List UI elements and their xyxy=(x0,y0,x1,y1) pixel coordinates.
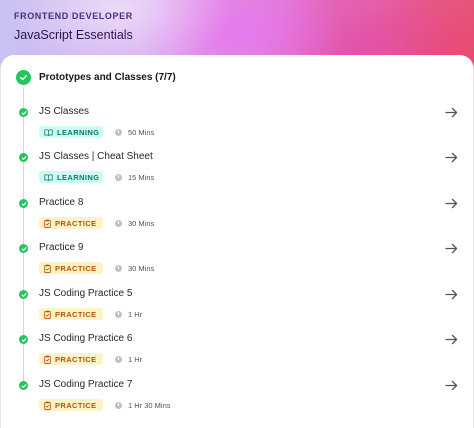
clock-icon xyxy=(115,355,122,363)
type-badge: LEARNING xyxy=(39,126,103,138)
list-item[interactable]: Practice 9 PRACTICE 30 Mins xyxy=(0,242,474,282)
item-title[interactable]: JS Coding Practice 6 xyxy=(39,333,132,344)
type-badge: PRACTICE xyxy=(39,262,103,274)
check-circle-icon xyxy=(19,244,28,253)
clipboard-icon xyxy=(44,355,51,364)
duration-label: 30 Mins xyxy=(128,263,155,273)
type-badge: PRACTICE xyxy=(39,308,103,320)
duration: 30 Mins xyxy=(115,217,154,229)
type-badge: PRACTICE xyxy=(39,399,103,411)
clipboard-icon xyxy=(44,310,51,319)
track-label: FRONTEND DEVELOPER xyxy=(14,11,133,21)
type-badge: PRACTICE xyxy=(39,353,103,365)
clock-icon xyxy=(115,128,122,136)
item-title[interactable]: Practice 8 xyxy=(39,197,83,208)
clipboard-icon xyxy=(44,219,51,228)
item-title[interactable]: JS Coding Practice 5 xyxy=(39,288,132,299)
item-title[interactable]: JS Coding Practice 7 xyxy=(39,379,132,390)
arrow-right-icon[interactable] xyxy=(445,332,459,345)
type-badge: LEARNING xyxy=(39,171,103,183)
check-circle-icon xyxy=(19,335,28,344)
course-title: JavaScript Essentials xyxy=(14,28,133,42)
list-item[interactable]: JS Coding Practice 5 PRACTICE 1 Hr xyxy=(0,288,474,328)
duration: 50 Mins xyxy=(115,126,154,138)
list-item[interactable]: JS Coding Practice 6 PRACTICE 1 Hr xyxy=(0,333,474,373)
arrow-right-icon[interactable] xyxy=(445,150,459,163)
duration-label: 1 Hr xyxy=(128,309,143,319)
item-title[interactable]: Practice 9 xyxy=(39,242,83,253)
type-badge: PRACTICE xyxy=(39,217,103,229)
check-circle-icon xyxy=(19,153,28,162)
list-item[interactable]: Practice 8 PRACTICE 30 Mins xyxy=(0,197,474,237)
check-circle-icon xyxy=(16,70,31,85)
duration: 1 Hr 30 Mins xyxy=(115,399,171,411)
duration-label: 1 Hr 30 Mins xyxy=(128,400,171,410)
section-title[interactable]: Prototypes and Classes (7/7) xyxy=(39,72,176,83)
check-circle-icon xyxy=(19,290,28,299)
clock-icon xyxy=(115,310,122,318)
duration-label: 30 Mins xyxy=(128,218,155,228)
type-label: PRACTICE xyxy=(55,218,97,228)
list-item[interactable]: JS Classes LEARNING 50 Mins xyxy=(0,106,474,146)
book-icon xyxy=(44,173,53,181)
duration-label: 50 Mins xyxy=(128,127,155,137)
duration: 30 Mins xyxy=(115,262,154,274)
clipboard-icon xyxy=(44,401,51,410)
arrow-right-icon[interactable] xyxy=(445,196,459,209)
arrow-right-icon[interactable] xyxy=(445,378,459,391)
check-circle-icon xyxy=(19,199,28,208)
duration-label: 15 Mins xyxy=(128,172,155,182)
type-label: PRACTICE xyxy=(55,309,97,319)
duration: 1 Hr xyxy=(115,308,142,320)
type-label: PRACTICE xyxy=(55,400,97,410)
list-item[interactable]: JS Classes | Cheat Sheet LEARNING 15 Mins xyxy=(0,151,474,191)
item-title[interactable]: JS Classes | Cheat Sheet xyxy=(39,151,153,162)
arrow-right-icon[interactable] xyxy=(445,105,459,118)
check-circle-icon xyxy=(19,381,28,390)
duration: 15 Mins xyxy=(115,171,154,183)
clock-icon xyxy=(115,264,122,272)
type-label: LEARNING xyxy=(57,172,100,182)
list-item[interactable]: JS Coding Practice 7 PRACTICE 1 Hr 30 Mins xyxy=(0,379,474,419)
check-circle-icon xyxy=(19,108,28,117)
clock-icon xyxy=(115,219,122,227)
item-title[interactable]: JS Classes xyxy=(39,106,89,117)
book-icon xyxy=(44,128,53,136)
type-label: PRACTICE xyxy=(55,263,97,273)
clock-icon xyxy=(115,173,122,181)
arrow-right-icon[interactable] xyxy=(445,241,459,254)
duration: 1 Hr xyxy=(115,353,142,365)
clipboard-icon xyxy=(44,264,51,273)
duration-label: 1 Hr xyxy=(128,354,143,364)
clock-icon xyxy=(115,401,122,409)
type-label: PRACTICE xyxy=(55,354,97,364)
arrow-right-icon[interactable] xyxy=(445,287,459,300)
type-label: LEARNING xyxy=(57,127,100,137)
